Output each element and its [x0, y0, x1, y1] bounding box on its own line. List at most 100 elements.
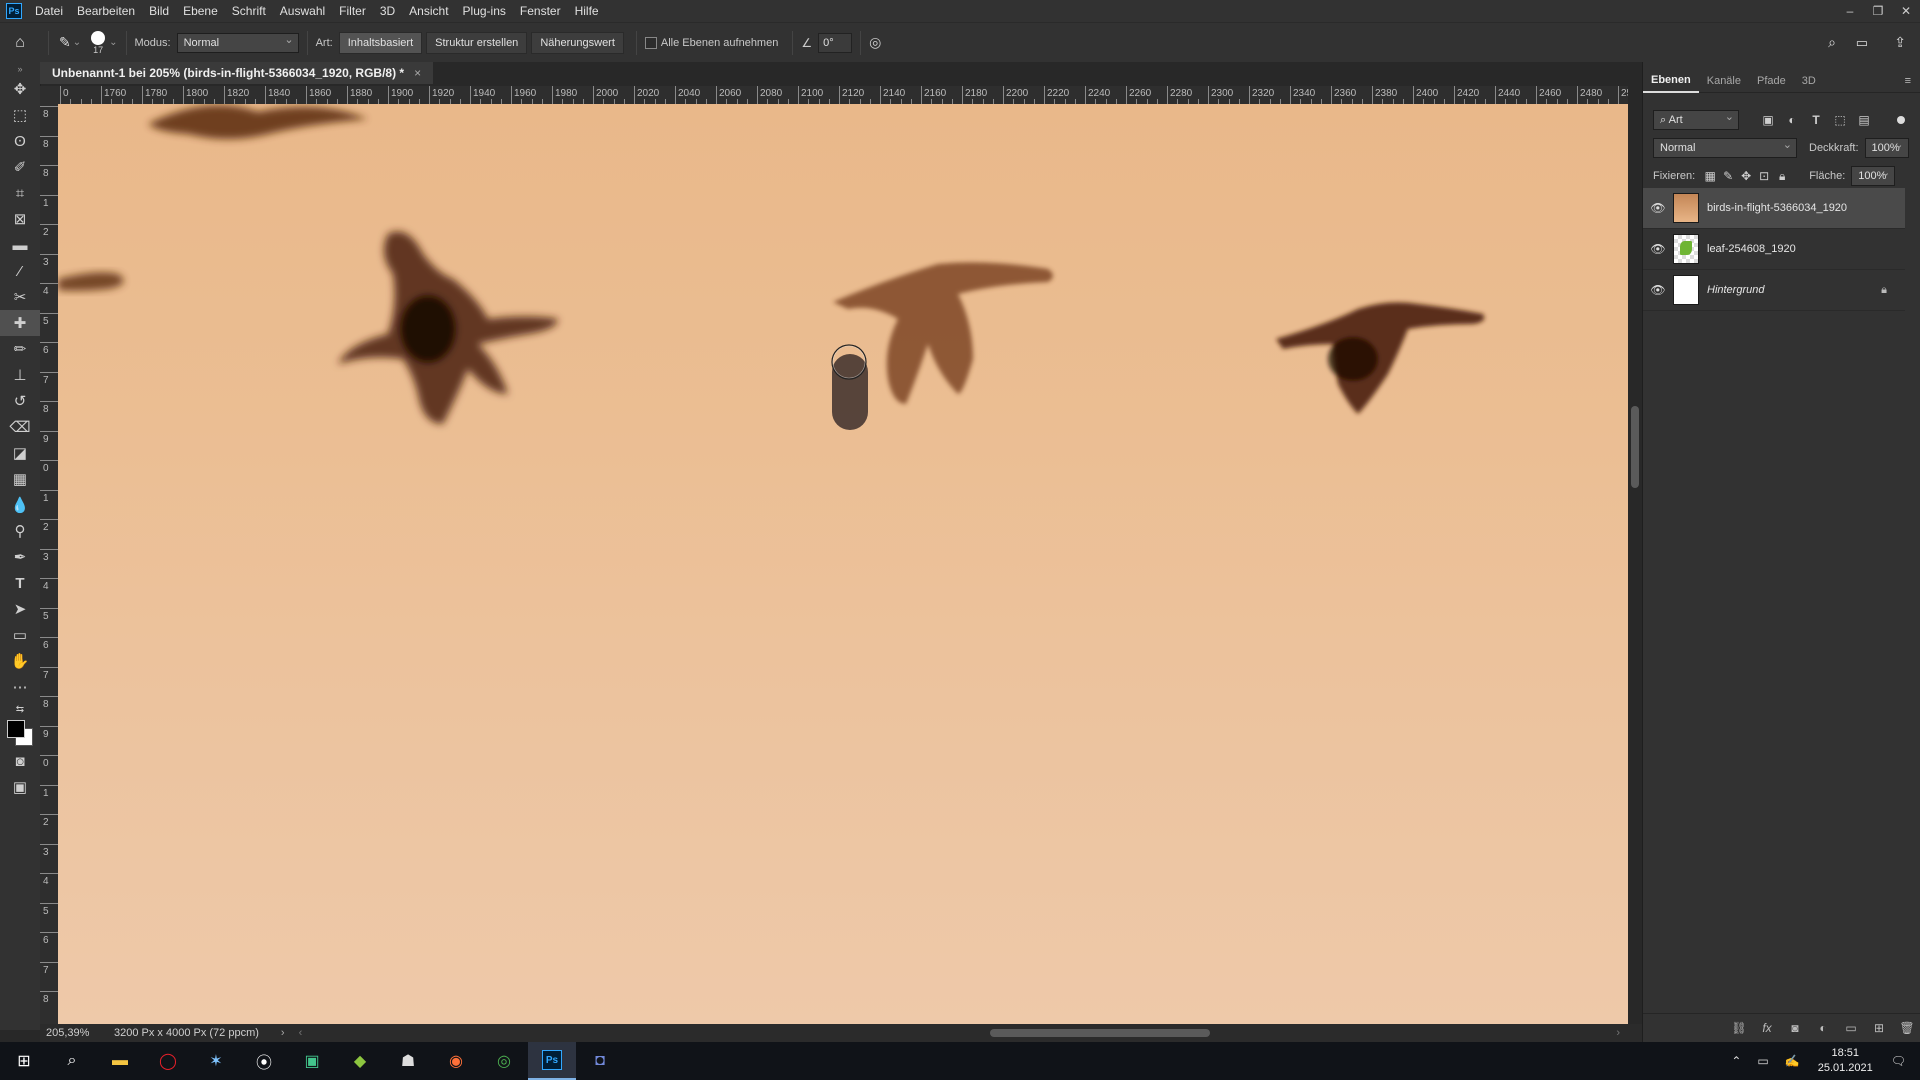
panel-menu-icon[interactable]: ≡ [1897, 70, 1919, 92]
foreground-color-swatch[interactable] [7, 720, 25, 738]
type-tool-icon[interactable]: T [0, 570, 40, 596]
scroll-right-icon[interactable]: › [1616, 1027, 1620, 1039]
ruler-tool-icon[interactable]: ▬ [0, 232, 40, 258]
chevron-down-icon[interactable]: ⌄ [109, 37, 117, 48]
search-icon[interactable]: ⌕ [1828, 34, 1836, 51]
frame-tool-icon[interactable]: ⊠ [0, 206, 40, 232]
delete-layer-icon[interactable]: 🗑︎ [1893, 1021, 1920, 1035]
content-aware-move-tool-icon[interactable]: ✂ [0, 284, 40, 310]
tab-ebenen[interactable]: Ebenen [1643, 69, 1699, 93]
chevron-down-icon[interactable]: ⌄ [73, 37, 81, 48]
file-explorer-icon[interactable]: ▬ [96, 1042, 144, 1080]
pen-tool-icon[interactable]: ✒ [0, 544, 40, 570]
layer-name[interactable]: Hintergrund [1707, 284, 1764, 296]
pen-icon[interactable]: ✍ [1785, 1054, 1800, 1068]
pressure-size-icon[interactable]: ◎ [869, 34, 881, 51]
brush-tool-icon[interactable]: ✏ [0, 336, 40, 362]
menu-ebene[interactable]: Ebene [176, 0, 225, 22]
more-tools-icon[interactable]: ⋯ [0, 674, 40, 700]
clock[interactable]: 18:51 25.01.2021 [1818, 1046, 1873, 1076]
paint-bucket-tool-icon[interactable]: ◪ [0, 440, 40, 466]
app-icon[interactable]: ✶ [192, 1042, 240, 1080]
healing-brush-tool-icon[interactable]: ✚ [0, 310, 40, 336]
path-selection-tool-icon[interactable]: ➤ [0, 596, 40, 622]
quick-selection-tool-icon[interactable]: ✐ [0, 154, 40, 180]
add-mask-icon[interactable]: ◙ [1781, 1021, 1809, 1035]
mode-select[interactable]: Normal [176, 31, 299, 53]
layer-row[interactable]: 👁︎ Hintergrund 🔒︎ [1643, 270, 1905, 311]
blend-mode-select[interactable]: Normal [1653, 136, 1797, 158]
scroll-left-icon[interactable]: ‹ [299, 1027, 303, 1039]
new-layer-icon[interactable]: ⊞ [1865, 1021, 1893, 1035]
new-group-icon[interactable]: ▭ [1837, 1021, 1865, 1035]
healing-brush-preset-icon[interactable]: ✎ [59, 34, 71, 51]
close-tab-icon[interactable]: × [414, 66, 421, 80]
dodge-tool-icon[interactable]: ⚲ [0, 518, 40, 544]
menu-schrift[interactable]: Schrift [225, 0, 273, 22]
layer-name[interactable]: birds-in-flight-5366034_1920 [1707, 202, 1847, 214]
filter-pixel-icon[interactable]: ▣ [1759, 113, 1777, 127]
hand-tool-icon[interactable]: ✋ [0, 648, 40, 674]
chevron-up-icon[interactable]: ⌃ [1731, 1054, 1741, 1068]
app-icon[interactable]: ▣ [288, 1042, 336, 1080]
adjustment-layer-icon[interactable]: ◐ [1809, 1021, 1837, 1035]
chevron-right-icon[interactable]: › [281, 1027, 285, 1039]
sample-all-layers-checkbox[interactable] [644, 36, 657, 49]
history-brush-tool-icon[interactable]: ↺ [0, 388, 40, 414]
swap-colors-icon[interactable]: ⇆ [0, 700, 40, 718]
search-icon[interactable]: ⌕ [48, 1042, 96, 1080]
firefox-icon[interactable]: ◉ [432, 1042, 480, 1080]
notifications-icon[interactable]: 🗨︎ [1891, 1054, 1906, 1068]
app-icon[interactable]: ⦿ [240, 1042, 288, 1080]
menu-hilfe[interactable]: Hilfe [568, 0, 606, 22]
filter-adjustment-icon[interactable]: ◐ [1783, 113, 1801, 127]
angle-field[interactable]: 0° [818, 32, 853, 53]
create-texture-button[interactable]: Struktur erstellen [426, 31, 528, 54]
content-aware-button[interactable]: Inhaltsbasiert [338, 31, 423, 54]
opera-icon[interactable]: ◯ [144, 1042, 192, 1080]
menu-plugins[interactable]: Plug-ins [456, 0, 513, 22]
eraser-tool-icon[interactable]: ⌫ [0, 414, 40, 440]
home-icon[interactable]: ⌂ [0, 34, 40, 52]
lock-image-icon[interactable]: ✎ [1719, 169, 1737, 183]
menu-datei[interactable]: Datei [28, 0, 70, 22]
minimize-icon[interactable]: – [1836, 0, 1864, 22]
tab-pfade[interactable]: Pfade [1749, 70, 1794, 92]
document-canvas[interactable] [58, 104, 1628, 1024]
vertical-scroll-thumb[interactable] [1631, 406, 1639, 488]
clone-stamp-tool-icon[interactable]: ⊥ [0, 362, 40, 388]
chrome-icon[interactable]: ◎ [480, 1042, 528, 1080]
filter-smart-object-icon[interactable]: ▤ [1855, 113, 1873, 127]
screen-mode-icon[interactable]: ▣ [0, 774, 40, 800]
eyedropper-tool-icon[interactable]: ⁄ [0, 258, 40, 284]
lock-artboard-icon[interactable]: ⊡ [1755, 169, 1773, 183]
layer-row[interactable]: 👁︎ birds-in-flight-5366034_1920 [1643, 188, 1905, 229]
visibility-eye-icon[interactable]: 👁︎ [1643, 283, 1673, 297]
marquee-tool-icon[interactable]: ⬚ [0, 102, 40, 128]
menu-filter[interactable]: Filter [332, 0, 373, 22]
lock-all-icon[interactable]: 🔒︎ [1773, 169, 1791, 184]
vertical-scrollbar[interactable] [1628, 86, 1642, 1024]
lock-icon[interactable]: 🔒︎ [1881, 284, 1887, 297]
tab-kanaele[interactable]: Kanäle [1699, 70, 1749, 92]
close-icon[interactable]: ✕ [1892, 0, 1920, 22]
app-icon[interactable]: ◆ [336, 1042, 384, 1080]
tab-3d[interactable]: 3D [1794, 70, 1824, 92]
app-icon[interactable]: ☗ [384, 1042, 432, 1080]
share-icon[interactable]: ⇪ [1894, 34, 1906, 51]
move-tool-icon[interactable]: ✥ [0, 76, 40, 102]
filter-shape-icon[interactable]: ⬚ [1831, 113, 1849, 127]
menu-bild[interactable]: Bild [142, 0, 176, 22]
lock-transparent-icon[interactable]: ▦ [1701, 169, 1719, 183]
link-layers-icon[interactable]: ⛓ [1725, 1021, 1753, 1035]
layer-style-icon[interactable]: fx [1753, 1021, 1781, 1035]
document-tab[interactable]: Unbenannt-1 bei 205% (birds-in-flight-53… [40, 62, 434, 84]
menu-bearbeiten[interactable]: Bearbeiten [70, 0, 142, 22]
windows-start-icon[interactable]: ⊞ [0, 1042, 48, 1080]
visibility-eye-icon[interactable]: 👁︎ [1643, 242, 1673, 256]
layer-filter-select[interactable]: ⌕ Art [1653, 108, 1739, 130]
filter-type-icon[interactable]: T [1807, 113, 1825, 127]
collapse-arrows-icon[interactable]: » [0, 62, 40, 76]
menu-auswahl[interactable]: Auswahl [273, 0, 332, 22]
discord-icon[interactable]: ◘ [576, 1042, 624, 1080]
